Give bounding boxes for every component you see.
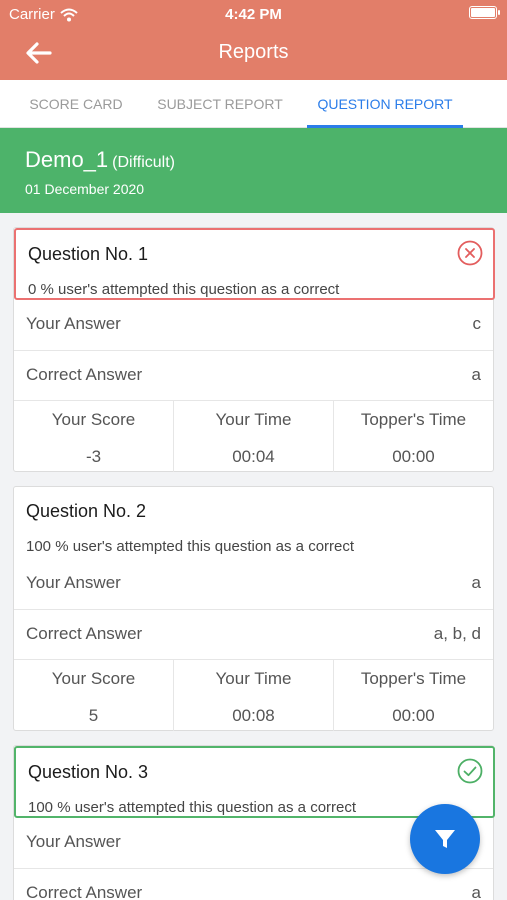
toppers-time-value: 00:00 — [392, 447, 435, 466]
your-time-label: Your Time — [215, 410, 292, 429]
toppers-time-cell: Topper's Time 00:00 — [333, 660, 493, 731]
question-header: Question No. 2 100 % user's attempted th… — [14, 487, 495, 559]
question-title: Question No. 3 — [28, 762, 149, 782]
page-title: Reports — [218, 41, 289, 63]
correct-answer-row: Correct Answer a — [14, 868, 493, 900]
your-score-cell: Your Score -3 — [14, 401, 173, 472]
attempt-text: 100 % user's attempted this question as … — [26, 538, 355, 555]
battery-icon — [469, 6, 500, 19]
question-card: Question No. 2 100 % user's attempted th… — [13, 486, 494, 731]
correct-answer-row: Correct Answer a, b, d — [14, 609, 493, 659]
your-time-value: 00:04 — [232, 447, 275, 466]
test-title: Demo_1 (Difficult) — [25, 147, 175, 173]
toppers-time-label: Topper's Time — [360, 410, 467, 429]
your-time-label: Your Time — [215, 669, 292, 688]
your-score-cell: Your Score 5 — [14, 660, 173, 731]
tab-subject-report[interactable]: SUBJECT REPORT — [148, 80, 292, 128]
your-score-label: Your Score — [51, 669, 136, 688]
nav-bar: Reports — [0, 28, 507, 80]
correct-answer-label: Correct Answer — [26, 365, 143, 384]
app-header: Carrier 4:42 PM Reports — [0, 0, 507, 80]
your-answer-label: Your Answer — [26, 573, 121, 592]
your-score-label: Your Score — [51, 410, 136, 429]
toppers-time-value: 00:00 — [392, 706, 435, 725]
question-card: Question No. 1 0 % user's attempted this… — [13, 227, 495, 472]
your-answer-value: c — [472, 314, 482, 333]
question-title: Question No. 1 — [28, 244, 149, 264]
filter-button[interactable] — [410, 804, 480, 874]
check-circle-icon — [457, 758, 483, 784]
correct-answer-value: a — [471, 883, 481, 900]
stats-row: Your Score 5 Your Time 00:08 Topper's Ti… — [14, 659, 493, 731]
question-header: Question No. 1 0 % user's attempted this… — [14, 228, 495, 300]
your-score-value: 5 — [88, 706, 99, 725]
attempt-text: 0 % user's attempted this question as a … — [28, 281, 340, 298]
your-time-cell: Your Time 00:08 — [173, 660, 333, 731]
correct-answer-value: a, b, d — [433, 624, 481, 643]
your-time-cell: Your Time 00:04 — [173, 401, 333, 472]
your-time-value: 00:08 — [232, 706, 275, 725]
status-time: 4:42 PM — [225, 6, 282, 23]
toppers-time-cell: Topper's Time 00:00 — [333, 401, 493, 472]
your-answer-value: a — [471, 573, 481, 592]
attempt-text: 100 % user's attempted this question as … — [28, 799, 357, 816]
correct-answer-label: Correct Answer — [26, 883, 143, 900]
correct-answer-row: Correct Answer a — [14, 350, 493, 400]
test-difficulty: (Difficult) — [112, 154, 175, 171]
correct-answer-label: Correct Answer — [26, 624, 143, 643]
your-answer-row: Your Answer c — [14, 300, 493, 350]
tab-score-card[interactable]: SCORE CARD — [15, 80, 137, 128]
test-name: Demo_1 — [25, 147, 109, 172]
status-bar: Carrier 4:42 PM — [0, 0, 507, 28]
correct-answer-value: a — [471, 365, 481, 384]
your-answer-label: Your Answer — [26, 314, 121, 333]
question-header: Question No. 3 100 % user's attempted th… — [14, 746, 495, 818]
report-tabs: SCORE CARD SUBJECT REPORT QUESTION REPOR… — [0, 80, 507, 128]
tab-question-report[interactable]: QUESTION REPORT — [307, 80, 463, 128]
your-answer-label: Your Answer — [26, 832, 121, 851]
your-answer-row: Your Answer a — [14, 559, 493, 609]
test-info-bar: Demo_1 (Difficult) 01 December 2020 — [0, 128, 507, 213]
close-circle-icon — [457, 240, 483, 266]
question-title: Question No. 2 — [26, 501, 147, 521]
your-score-value: -3 — [85, 447, 102, 466]
toppers-time-label: Topper's Time — [360, 669, 467, 688]
filter-icon — [435, 830, 455, 848]
stats-row: Your Score -3 Your Time 00:04 Topper's T… — [14, 400, 493, 472]
test-date: 01 December 2020 — [25, 181, 145, 197]
